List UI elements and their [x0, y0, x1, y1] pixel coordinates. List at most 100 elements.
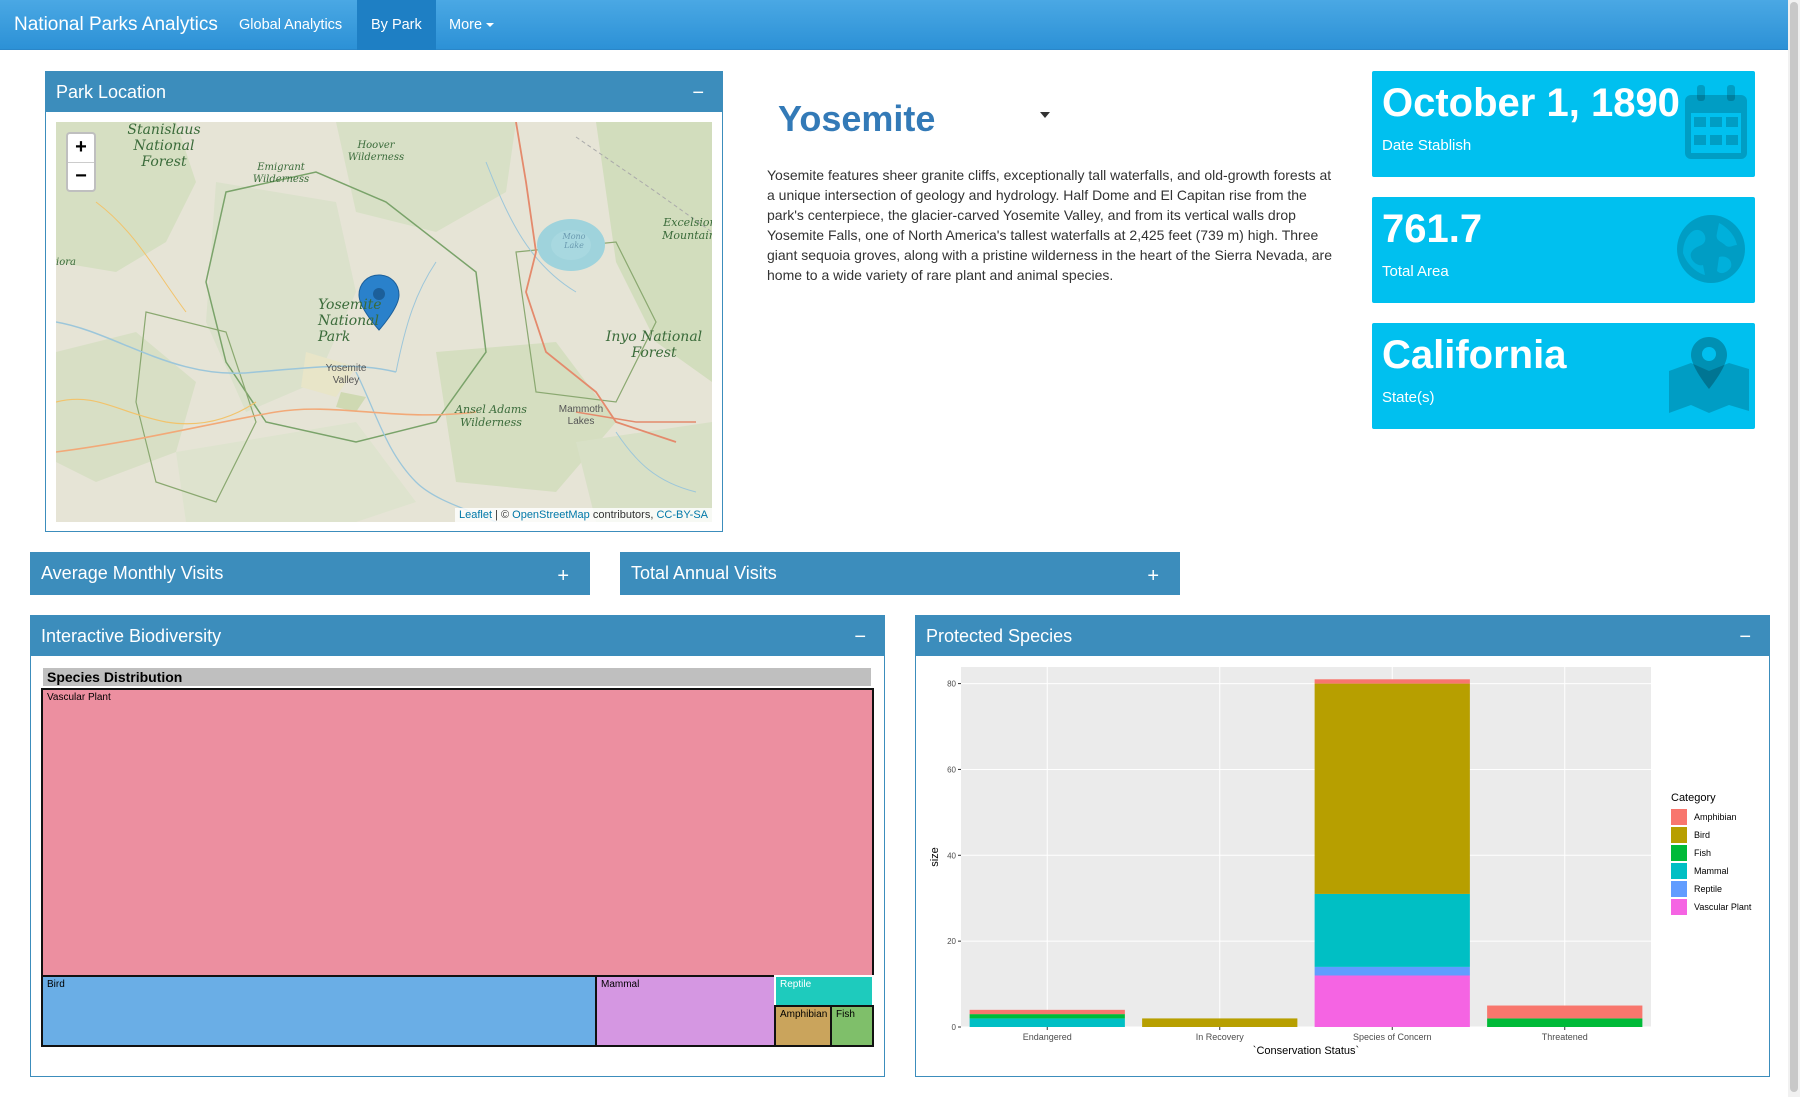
y-tick-label: 60	[947, 765, 956, 774]
area-label: Total Area	[1382, 263, 1449, 280]
state-value: California	[1382, 333, 1567, 377]
treemap-cell[interactable]: Amphibian	[774, 1005, 832, 1047]
osm-link[interactable]: OpenStreetMap	[512, 509, 590, 521]
legend-key	[1671, 899, 1687, 915]
attribution-sep: | ©	[492, 509, 513, 521]
bar-segment	[1314, 975, 1470, 1027]
x-axis-label: `Conservation Status`	[1253, 1045, 1359, 1057]
legend-key	[1671, 863, 1687, 879]
legend-label: Fish	[1694, 848, 1711, 858]
zoom-control: + −	[66, 132, 96, 192]
park-location-header: Park Location −	[46, 72, 722, 112]
nav-global-analytics[interactable]: Global Analytics	[225, 0, 356, 50]
park-select-caret-icon[interactable]	[1040, 112, 1050, 118]
label-mammoth: Mammoth Lakes	[558, 404, 604, 427]
bar-segment	[1142, 1018, 1298, 1027]
legend-key	[1671, 827, 1687, 843]
x-tick-label: Species of Concern	[1353, 1032, 1432, 1042]
park-description: Yosemite features sheer granite cliffs, …	[767, 167, 1332, 283]
label-ansel-adams: Ansel Adams Wilderness	[455, 403, 527, 429]
zoom-in-button[interactable]: +	[68, 134, 94, 162]
y-tick-label: 0	[952, 1023, 957, 1032]
nav-more-dropdown[interactable]: More	[435, 0, 508, 50]
plot-panel	[961, 667, 1651, 1027]
bar-segment	[1487, 1018, 1643, 1027]
nav-more-label: More	[449, 17, 483, 33]
protected-species-title: Protected Species	[926, 626, 1073, 646]
treemap-cell-label: Bird	[47, 979, 65, 990]
legend-key	[1671, 809, 1687, 825]
protected-species-chart: 0 20 40 60 80 Endangered In Recovery Species of…	[929, 667, 1752, 1057]
treemap-cell-label: Amphibian	[780, 1009, 828, 1020]
bar-segment	[1487, 1005, 1643, 1019]
x-tick-label: Endangered	[1023, 1032, 1072, 1042]
legend-label: Reptile	[1694, 884, 1722, 894]
treemap-cell[interactable]: Bird	[41, 975, 597, 1047]
treemap: Species Distribution Vascular Plant Bird…	[31, 656, 884, 1076]
license-link[interactable]: CC-BY-SA	[656, 509, 708, 521]
date-label: Date Stablish	[1382, 137, 1472, 154]
annual-visits-title: Total Annual Visits	[631, 563, 777, 583]
monthly-visits-box: Average Monthly Visits +	[30, 552, 590, 595]
value-box-area: 761.7 Total Area	[1372, 197, 1755, 303]
caret-down-icon	[486, 23, 495, 28]
treemap-cell-label: Reptile	[780, 979, 812, 990]
treemap-cell[interactable]: Vascular Plant	[41, 688, 874, 977]
nav-by-park[interactable]: By Park	[357, 0, 436, 50]
biodiversity-box: Interactive Biodiversity − Species Distr…	[30, 615, 885, 1077]
treemap-cell-label: Vascular Plant	[47, 692, 111, 703]
page-scrollbar[interactable]	[1788, 0, 1800, 1097]
bar-segment	[969, 1018, 1125, 1027]
collapse-button[interactable]: −	[1739, 616, 1751, 658]
treemap-cell-label: Mammal	[601, 979, 640, 990]
zoom-out-button[interactable]: −	[68, 162, 94, 190]
top-navbar: National Parks Analytics Global Analytic…	[0, 0, 1788, 50]
date-value: October 1, 1890	[1382, 81, 1680, 125]
bar-segment	[969, 1009, 1125, 1015]
state-label: State(s)	[1382, 389, 1435, 406]
collapse-button[interactable]: −	[692, 72, 704, 114]
scrollbar-thumb[interactable]	[1790, 2, 1798, 1092]
treemap-cell[interactable]: Reptile	[774, 975, 874, 1007]
expand-button[interactable]: +	[557, 553, 569, 599]
brand-title[interactable]: National Parks Analytics	[14, 0, 218, 50]
leaflet-link[interactable]: Leaflet	[459, 509, 492, 521]
label-hoover: Hoover Wilderness	[347, 140, 405, 163]
x-tick-label: Threatened	[1542, 1032, 1588, 1042]
legend-title: Category	[1671, 792, 1716, 804]
map-attribution: Leaflet | © OpenStreetMap contributors, …	[454, 508, 712, 522]
y-tick-label: 40	[947, 851, 956, 860]
bar-segment	[1314, 966, 1470, 976]
value-box-date: October 1, 1890 Date Stablish	[1372, 71, 1755, 177]
treemap-title: Species Distribution	[43, 668, 871, 686]
label-stanislaus: Stanislaus National Forest	[127, 122, 201, 171]
park-location-box: Park Location − Stanislaus National Fore…	[45, 71, 723, 532]
x-tick-label: In Recovery	[1196, 1032, 1245, 1042]
area-value: 761.7	[1382, 207, 1483, 251]
treemap-cell[interactable]: Fish	[830, 1005, 874, 1047]
label-ora: iora	[56, 257, 76, 268]
y-tick-label: 20	[947, 937, 956, 946]
biodiversity-header: Interactive Biodiversity −	[31, 616, 884, 656]
bar-segment	[1314, 679, 1470, 684]
treemap-cell-label: Fish	[836, 1009, 855, 1020]
park-select[interactable]: Yosemite	[778, 98, 935, 140]
bar-segment	[1314, 683, 1470, 894]
label-inyo: Inyo National Forest	[605, 329, 703, 362]
monthly-visits-title: Average Monthly Visits	[41, 563, 224, 583]
bar-segment	[1314, 893, 1470, 967]
treemap-cell[interactable]: Mammal	[595, 975, 776, 1047]
bar-segment	[969, 1014, 1125, 1019]
park-map[interactable]: Stanislaus National Forest Hoover Wildernes…	[56, 122, 712, 522]
annual-visits-box: Total Annual Visits +	[620, 552, 1180, 595]
label-mono-lake: Mono Lake	[562, 232, 586, 251]
legend-label: Mammal	[1694, 866, 1729, 876]
y-axis-label: size	[929, 847, 941, 867]
legend-key	[1671, 845, 1687, 861]
expand-button[interactable]: +	[1147, 553, 1159, 599]
collapse-button[interactable]: −	[854, 616, 866, 658]
legend-key	[1671, 881, 1687, 897]
legend-label: Amphibian	[1694, 812, 1737, 822]
label-emigrant: Emigrant Wilderness	[252, 162, 310, 185]
label-yosemite-np: Yosemite National Park	[318, 297, 382, 346]
